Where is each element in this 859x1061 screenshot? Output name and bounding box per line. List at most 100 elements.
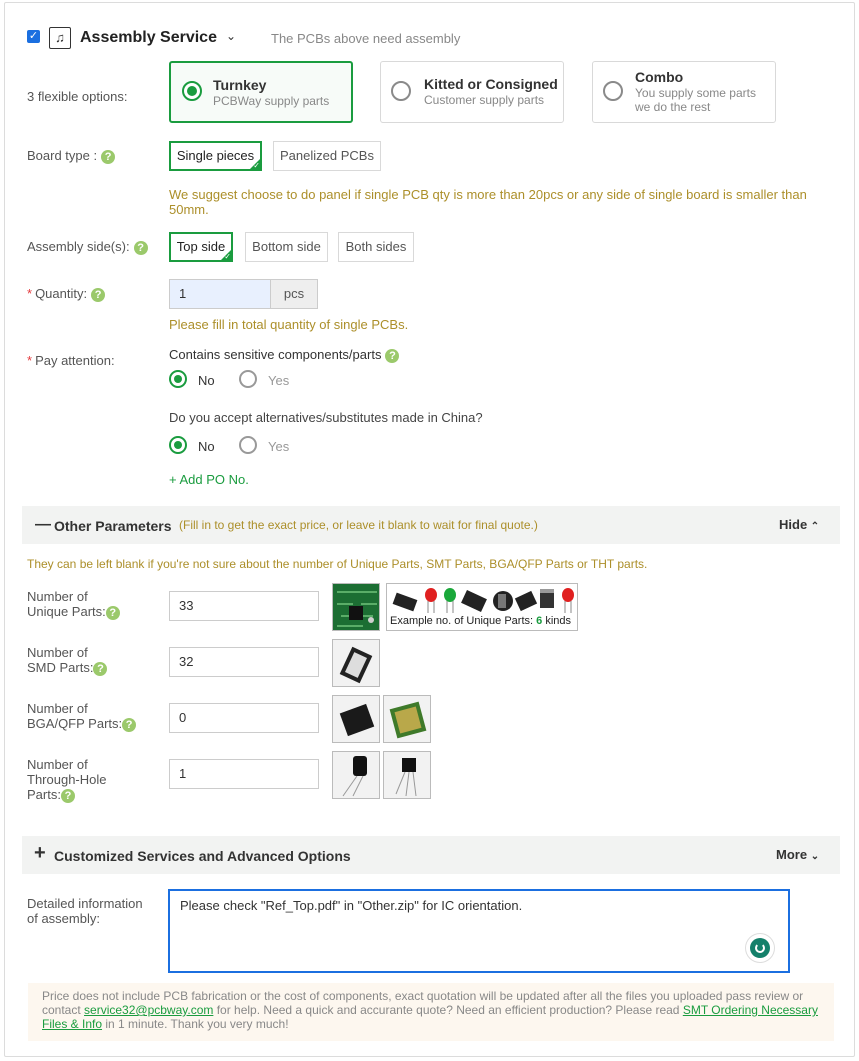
section-title: Assembly Service [80, 29, 217, 46]
sensitive-yes-radio[interactable] [239, 370, 257, 388]
combo-sub: You supply some parts [635, 86, 756, 100]
detail-textarea[interactable]: Please check "Ref_Top.pdf" in "Other.zip… [168, 889, 790, 973]
detail-label-2: of assembly: [27, 911, 100, 926]
plus-icon[interactable]: + [34, 842, 46, 865]
note-end: in 1 minute. Thank you very much! [102, 1017, 289, 1031]
hide-toggle[interactable]: Hide ⌃ [779, 517, 819, 532]
unique-parts-input[interactable]: 33 [169, 591, 319, 621]
minus-icon[interactable]: — [35, 516, 51, 534]
sensitive-no-label[interactable]: No [198, 373, 215, 388]
quantity-label: * Quantity:? [27, 286, 106, 302]
unique-label-2: Unique Parts: [27, 604, 106, 619]
option-combo[interactable]: Combo You supply some parts we do the re… [592, 61, 776, 123]
board-type-text: Board type : [27, 148, 98, 163]
note-line-1: Price does not include PCB fabrication o… [42, 989, 804, 1003]
custom-services-title: Customized Services and Advanced Options [54, 848, 351, 864]
quantity-hint: Please fill in total quantity of single … [169, 317, 409, 332]
smd-resistor-image [332, 639, 380, 687]
detail-label: Detailed information of assembly: [27, 896, 143, 926]
capacitor-image [332, 751, 380, 799]
smt-files-link-2[interactable]: Files & Info [42, 1017, 102, 1031]
quantity-input[interactable]: 1 [169, 279, 271, 309]
help-icon[interactable]: ? [133, 240, 148, 255]
alt-no-label[interactable]: No [198, 439, 215, 454]
help-icon[interactable]: ? [93, 661, 108, 676]
example-unit: kinds [545, 615, 572, 627]
sensitive-no-radio[interactable] [169, 370, 187, 388]
add-po-link[interactable]: + Add PO No. [169, 472, 249, 487]
help-icon[interactable]: ? [60, 788, 75, 803]
smd-parts-input[interactable]: 32 [169, 647, 319, 677]
help-icon[interactable]: ? [385, 348, 400, 363]
example-caption: Example no. of Unique Parts: 6 kinds [390, 615, 571, 627]
sensitive-yes-label[interactable]: Yes [268, 373, 289, 388]
quantity-unit: pcs [271, 279, 318, 309]
smd-label-1: Number of [27, 645, 88, 660]
pcb-board-image [332, 583, 380, 631]
kitted-radio[interactable] [391, 81, 411, 101]
blank-hint: They can be left blank if you're not sur… [27, 557, 648, 571]
turnkey-title: Turnkey [213, 77, 267, 93]
example-count: 6 [536, 615, 543, 627]
option-turnkey[interactable]: Turnkey PCBWay supply parts [169, 61, 353, 123]
smd-label: Number of SMD Parts:? [27, 645, 108, 676]
turnkey-sub: PCBWay supply parts [213, 94, 330, 108]
combo-radio[interactable] [603, 81, 623, 101]
assembly-checkbox[interactable]: ✓ [27, 30, 40, 43]
note-contact: contact [42, 1003, 85, 1017]
custom-services-bar: + Customized Services and Advanced Optio… [22, 836, 840, 874]
kitted-sub: Customer supply parts [424, 93, 545, 107]
board-type-hint: We suggest choose to do panel if single … [169, 187, 807, 202]
unique-label: Number of Unique Parts:? [27, 589, 120, 620]
bga-parts-input[interactable]: 0 [169, 703, 319, 733]
grammar-assistant-button[interactable] [746, 934, 774, 962]
tht-parts-input[interactable]: 1 [169, 759, 319, 789]
tht-label-3: Parts: [27, 787, 61, 802]
help-icon[interactable]: ? [91, 287, 106, 302]
transistor-image [383, 751, 431, 799]
sensitive-text: Contains sensitive components/parts [169, 347, 382, 362]
attention-label: * Pay attention: [27, 353, 115, 368]
price-note: Price does not include PCB fabrication o… [28, 983, 834, 1041]
attention-text: Pay attention: [35, 353, 115, 368]
board-type-panelized[interactable]: Panelized PCBs [273, 141, 381, 171]
more-text: More [776, 847, 808, 862]
chevron-down-icon[interactable]: ⌄ [226, 29, 236, 43]
email-link[interactable]: service32@pcbway.com [84, 1003, 213, 1017]
alternatives-question: Do you accept alternatives/substitutes m… [169, 410, 483, 425]
side-both[interactable]: Both sides [338, 232, 414, 262]
components-icon [392, 588, 574, 613]
other-params-bar: — Other Parameters (Fill in to get the e… [22, 506, 840, 544]
help-icon[interactable]: ? [122, 717, 137, 732]
other-params-note: (Fill in to get the exact price, or leav… [179, 518, 538, 532]
alt-no-radio[interactable] [169, 436, 187, 454]
turnkey-radio[interactable] [182, 81, 202, 101]
chevron-down-icon: ⌄ [810, 851, 820, 862]
assembly-side-text: Assembly side(s): [27, 239, 130, 254]
example-text: Example no. of Unique Parts: [390, 615, 534, 627]
alt-yes-label[interactable]: Yes [268, 439, 289, 454]
help-icon[interactable]: ? [105, 605, 120, 620]
bga-chip-image [383, 695, 431, 743]
smd-label-2: SMD Parts: [27, 660, 94, 675]
other-params-title: Other Parameters [54, 518, 172, 534]
note-help: for help. Need a quick and accurante quo… [213, 1003, 683, 1017]
sensitive-question: Contains sensitive components/parts? [169, 347, 400, 363]
unique-label-1: Number of [27, 589, 88, 604]
board-type-single[interactable]: Single pieces [169, 141, 262, 171]
more-toggle[interactable]: More ⌄ [776, 847, 819, 862]
side-top[interactable]: Top side [169, 232, 233, 262]
side-bottom[interactable]: Bottom side [245, 232, 328, 262]
tht-label-1: Number of [27, 757, 88, 772]
combo-title: Combo [635, 69, 684, 85]
board-type-label: Board type :? [27, 148, 116, 164]
bga-label: Number of BGA/QFP Parts:? [27, 701, 137, 732]
help-icon[interactable]: ? [101, 149, 116, 164]
smt-files-link[interactable]: SMT Ordering Necessary [683, 1003, 818, 1017]
tht-label: Number of Through-Hole Parts:? [27, 757, 107, 803]
board-type-hint-2: 50mm. [169, 202, 209, 217]
alt-yes-radio[interactable] [239, 436, 257, 454]
qfp-chip-image [332, 695, 380, 743]
option-kitted[interactable]: Kitted or Consigned Customer supply part… [380, 61, 564, 123]
chevron-up-icon: ⌃ [810, 521, 820, 532]
